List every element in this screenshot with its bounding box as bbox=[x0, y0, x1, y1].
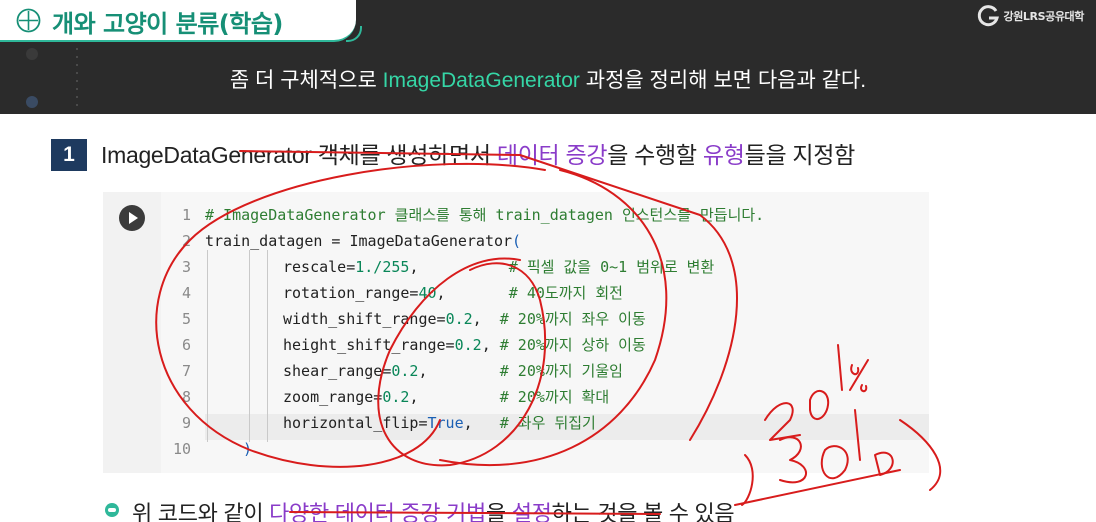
code-cell: 1 2 3 4 5 6 7 8 9 10 # ImageDataGenerato… bbox=[103, 192, 929, 473]
param-comment: # 20%까지 좌우 이동 bbox=[499, 310, 646, 328]
subtitle-prefix: 좀 더 구체적으로 bbox=[229, 69, 383, 92]
param-comment: # 40도까지 회전 bbox=[508, 284, 623, 302]
param-comment: # 20%까지 상하 이동 bbox=[499, 336, 646, 354]
indent-guide bbox=[207, 250, 208, 442]
param-comment: # 픽셀 값을 0~1 범위로 변환 bbox=[508, 258, 715, 276]
subtitle-suffix: 과정을 정리해 보면 다음과 같다. bbox=[579, 69, 867, 92]
bullet-keyword-techniques: 다양한 데이터 증강 기법 bbox=[269, 501, 486, 522]
param-name: rescale= bbox=[283, 258, 356, 276]
bullet-text-suffix: 하는 것을 볼 수 있음 bbox=[551, 501, 735, 522]
code-line-8: zoom_range=0.2, # 20%까지 확대 bbox=[283, 384, 1007, 410]
param-value: 1./255 bbox=[355, 258, 410, 276]
code-editor[interactable]: # ImageDataGenerator 클래스를 통해 train_datag… bbox=[205, 192, 929, 473]
param-value: 40 bbox=[418, 284, 437, 302]
step-number-badge: 1 bbox=[51, 139, 87, 171]
param-value: 0.2 bbox=[382, 388, 410, 406]
cell-run-gutter bbox=[103, 192, 161, 473]
param-value: 0.2 bbox=[391, 362, 419, 380]
param-name: zoom_range= bbox=[283, 388, 383, 406]
param-separator: , bbox=[418, 362, 500, 380]
line-number: 5 bbox=[181, 310, 191, 328]
indent-guide bbox=[249, 250, 250, 442]
code-line-6: height_shift_range=0.2, # 20%까지 상하 이동 bbox=[283, 332, 1007, 358]
code-comment: # ImageDataGenerator 클래스를 통해 train_datag… bbox=[205, 206, 765, 224]
bullet-text-prefix: 위 코드와 같이 bbox=[132, 501, 270, 522]
param-name: height_shift_range= bbox=[283, 336, 455, 354]
param-comment: # 20%까지 기울임 bbox=[499, 362, 623, 380]
line-number: 9 bbox=[181, 414, 191, 432]
line-number: 1 bbox=[181, 206, 191, 224]
close-paren: ) bbox=[243, 440, 253, 458]
code-line-9: horizontal_flip=True, # 좌우 뒤집기 bbox=[283, 410, 1007, 436]
indent-guide bbox=[267, 250, 268, 442]
bullet-keyword-setting: 설정 bbox=[511, 501, 552, 522]
line-number-gutter: 1 2 3 4 5 6 7 8 9 10 bbox=[161, 192, 205, 473]
run-cell-button[interactable] bbox=[119, 205, 145, 231]
param-separator: , bbox=[409, 258, 509, 276]
lecture-subtitle: 좀 더 구체적으로 ImageDataGenerator 과정을 정리해 보면 … bbox=[0, 64, 1096, 94]
param-name: width_shift_range= bbox=[283, 310, 446, 328]
param-name: shear_range= bbox=[283, 362, 392, 380]
code-line-7: shear_range=0.2, # 20%까지 기울임 bbox=[283, 358, 1007, 384]
bullet-text-middle: 을 bbox=[485, 501, 512, 522]
param-comment: # 좌우 뒤집기 bbox=[499, 414, 596, 432]
step-text-middle: 을 수행할 bbox=[607, 142, 703, 168]
line-number: 6 bbox=[181, 336, 191, 354]
step-description: ImageDataGenerator 객체를 생성하면서 데이터 증강을 수행할… bbox=[101, 139, 855, 171]
open-paren: ( bbox=[512, 232, 522, 250]
param-value: 0.2 bbox=[454, 336, 482, 354]
param-separator: , bbox=[472, 310, 500, 328]
code-line-1: # ImageDataGenerator 클래스를 통해 train_datag… bbox=[205, 202, 929, 228]
step-text-suffix: 들을 지정함 bbox=[744, 142, 856, 168]
brand-logo: 강원LRS공유대학 bbox=[976, 4, 1084, 28]
code-line-5: width_shift_range=0.2, # 20%까지 좌우 이동 bbox=[283, 306, 1007, 332]
param-value: True bbox=[427, 414, 464, 432]
brand-g-icon bbox=[978, 5, 1000, 27]
title-tab: 개와 고양이 분류(학습) bbox=[0, 0, 362, 42]
bullet-icon bbox=[105, 503, 119, 517]
param-value: 0.2 bbox=[445, 310, 473, 328]
code-statement: train_datagen = ImageDataGenerator bbox=[205, 232, 513, 250]
step-keyword-augmentation: 데이터 증강 bbox=[496, 142, 608, 168]
line-number: 2 bbox=[181, 232, 191, 250]
step-keyword-type: 유형 bbox=[702, 142, 745, 168]
summary-bullet: 위 코드와 같이 다양한 데이터 증강 기법을 설정하는 것을 볼 수 있음 bbox=[132, 496, 735, 522]
code-line-10: ) bbox=[243, 436, 967, 462]
code-line-4: rotation_range=40, # 40도까지 회전 bbox=[283, 280, 1007, 306]
code-line-3: rescale=1./255, # 픽셀 값을 0~1 범위로 변환 bbox=[283, 254, 1007, 280]
line-number: 4 bbox=[181, 284, 191, 302]
param-separator: , bbox=[463, 414, 500, 432]
line-number: 8 bbox=[181, 388, 191, 406]
param-separator: , bbox=[409, 388, 500, 406]
param-name: horizontal_flip= bbox=[283, 414, 428, 432]
line-number: 7 bbox=[181, 362, 191, 380]
param-separator: , bbox=[481, 336, 500, 354]
code-line-2: train_datagen = ImageDataGenerator( bbox=[205, 228, 929, 254]
subtitle-keyword: ImageDataGenerator bbox=[382, 69, 580, 92]
line-number: 10 bbox=[172, 440, 191, 458]
param-name: rotation_range= bbox=[283, 284, 419, 302]
page-title: 개와 고양이 분류(학습) bbox=[52, 10, 283, 38]
param-comment: # 20%까지 확대 bbox=[499, 388, 610, 406]
line-number: 3 bbox=[181, 258, 191, 276]
step-text-prefix: ImageDataGenerator 객체를 생성하면서 bbox=[101, 142, 497, 168]
crosshair-globe-icon bbox=[16, 8, 41, 33]
param-separator: , bbox=[436, 284, 509, 302]
brand-name: 강원LRS공유대학 bbox=[1003, 10, 1084, 23]
